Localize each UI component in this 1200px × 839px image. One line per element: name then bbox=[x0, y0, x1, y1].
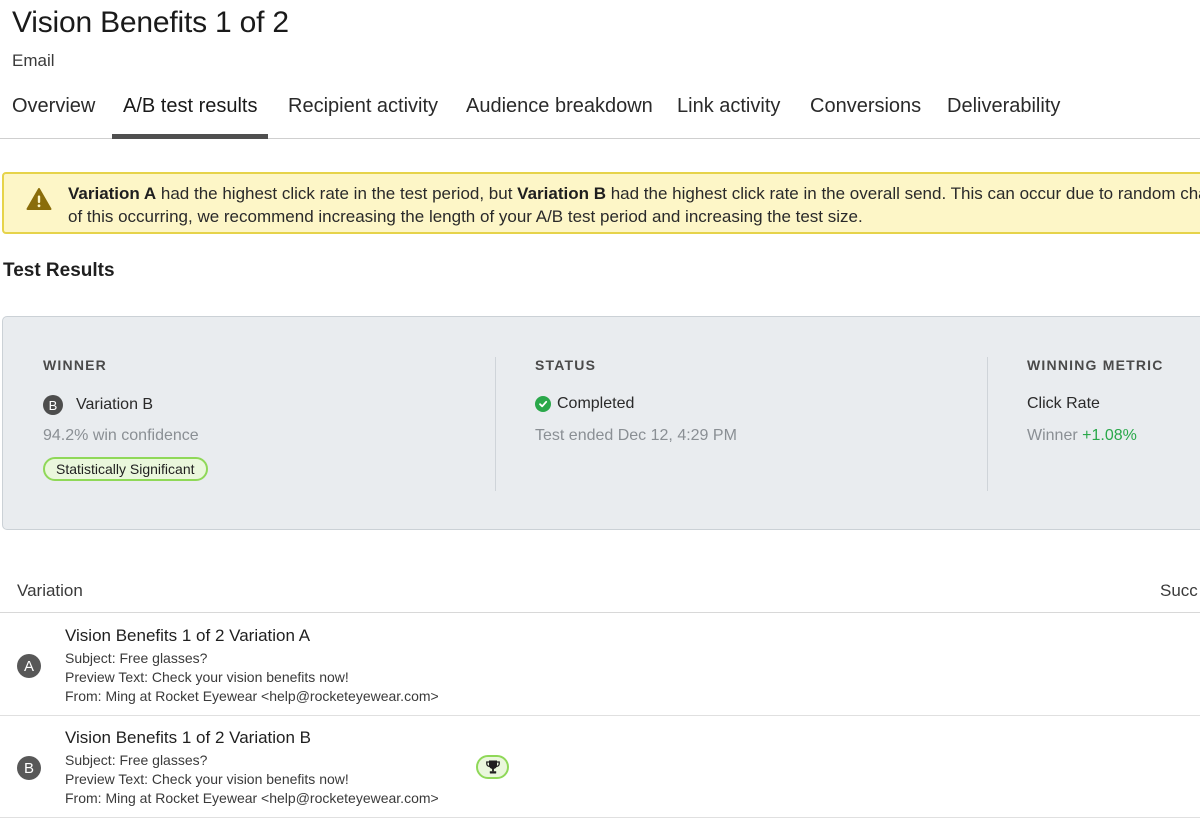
alert-variation-a: Variation A bbox=[68, 184, 157, 203]
variation-from: From: Ming at Rocket Eyewear <help@rocke… bbox=[65, 790, 439, 806]
variation-a-badge: A bbox=[17, 654, 41, 678]
variation-subject: Subject: Free glasses? bbox=[65, 650, 208, 666]
winner-label: WINNER bbox=[43, 357, 107, 373]
metric-label: WINNING METRIC bbox=[1027, 357, 1164, 373]
tab-recipient-activity[interactable]: Recipient activity bbox=[288, 95, 438, 118]
page-subtitle: Email bbox=[12, 51, 55, 70]
metric-delta-value: +1.08% bbox=[1082, 427, 1137, 444]
variation-name[interactable]: Vision Benefits 1 of 2 Variation B bbox=[65, 728, 311, 748]
tab-link-activity[interactable]: Link activity bbox=[677, 95, 780, 118]
variation-name[interactable]: Vision Benefits 1 of 2 Variation A bbox=[65, 626, 310, 646]
variation-b-badge: B bbox=[43, 395, 63, 415]
alert-line-1: Variation A had the highest click rate i… bbox=[68, 182, 1200, 205]
test-ended-time: Test ended Dec 12, 4:29 PM bbox=[535, 427, 737, 444]
table-row[interactable]: B Vision Benefits 1 of 2 Variation B Sub… bbox=[0, 716, 1200, 818]
variation-b-badge: B bbox=[17, 756, 41, 780]
variation-table-header: Variation Succ bbox=[0, 570, 1200, 613]
column-divider bbox=[987, 357, 988, 491]
win-confidence: 94.2% win confidence bbox=[43, 427, 199, 444]
alert-text-2: had the highest click rate in the overal… bbox=[605, 184, 1200, 203]
metric-column: WINNING METRIC Click Rate Winner +1.08% bbox=[1027, 317, 1200, 529]
column-header-variation[interactable]: Variation bbox=[17, 581, 83, 601]
column-divider bbox=[495, 357, 496, 491]
test-results-title: Test Results bbox=[3, 260, 115, 281]
alert-line-2: of this occurring, we recommend increasi… bbox=[68, 207, 863, 226]
winner-value: B Variation B bbox=[43, 395, 153, 415]
test-results-card: WINNER B Variation B 94.2% win confidenc… bbox=[2, 316, 1200, 530]
tab-overview[interactable]: Overview bbox=[12, 95, 95, 118]
warning-icon bbox=[26, 188, 52, 210]
status-label: STATUS bbox=[535, 357, 597, 373]
variation-preview-text: Preview Text: Check your vision benefits… bbox=[65, 669, 349, 685]
trophy-icon bbox=[485, 760, 500, 774]
winner-trophy-badge bbox=[476, 755, 509, 779]
table-row[interactable]: A Vision Benefits 1 of 2 Variation A Sub… bbox=[0, 614, 1200, 716]
tab-bar: Overview A/B test results Recipient acti… bbox=[0, 86, 1200, 139]
metric-winner-prefix: Winner bbox=[1027, 427, 1083, 444]
status-text: Completed bbox=[557, 395, 635, 412]
variation-subject: Subject: Free glasses? bbox=[65, 752, 208, 768]
metric-value: Click Rate bbox=[1027, 395, 1100, 412]
ab-warning-alert: Variation A had the highest click rate i… bbox=[2, 172, 1200, 234]
alert-text-1: had the highest click rate in the test p… bbox=[156, 184, 518, 203]
alert-message: Variation A had the highest click rate i… bbox=[68, 182, 1200, 228]
variation-preview-text: Preview Text: Check your vision benefits… bbox=[65, 771, 349, 787]
check-circle-icon bbox=[535, 396, 551, 412]
status-column: STATUS Completed Test ended Dec 12, 4:29… bbox=[535, 317, 985, 529]
status-value: Completed bbox=[535, 395, 634, 413]
page-title: Vision Benefits 1 of 2 bbox=[12, 6, 289, 39]
column-header-success[interactable]: Succ bbox=[1160, 581, 1198, 601]
metric-winner-delta: Winner +1.08% bbox=[1027, 427, 1137, 445]
tab-ab-test-results[interactable]: A/B test results bbox=[123, 95, 258, 118]
winner-name: Variation B bbox=[76, 396, 154, 413]
tab-conversions[interactable]: Conversions bbox=[810, 95, 921, 118]
significance-badge: Statistically Significant bbox=[43, 457, 208, 481]
winner-column: WINNER B Variation B 94.2% win confidenc… bbox=[43, 317, 493, 529]
alert-variation-b: Variation B bbox=[517, 184, 606, 203]
variation-from: From: Ming at Rocket Eyewear <help@rocke… bbox=[65, 688, 439, 704]
tab-deliverability[interactable]: Deliverability bbox=[947, 95, 1060, 118]
active-tab-indicator bbox=[112, 134, 268, 139]
tab-audience-breakdown[interactable]: Audience breakdown bbox=[466, 95, 653, 118]
